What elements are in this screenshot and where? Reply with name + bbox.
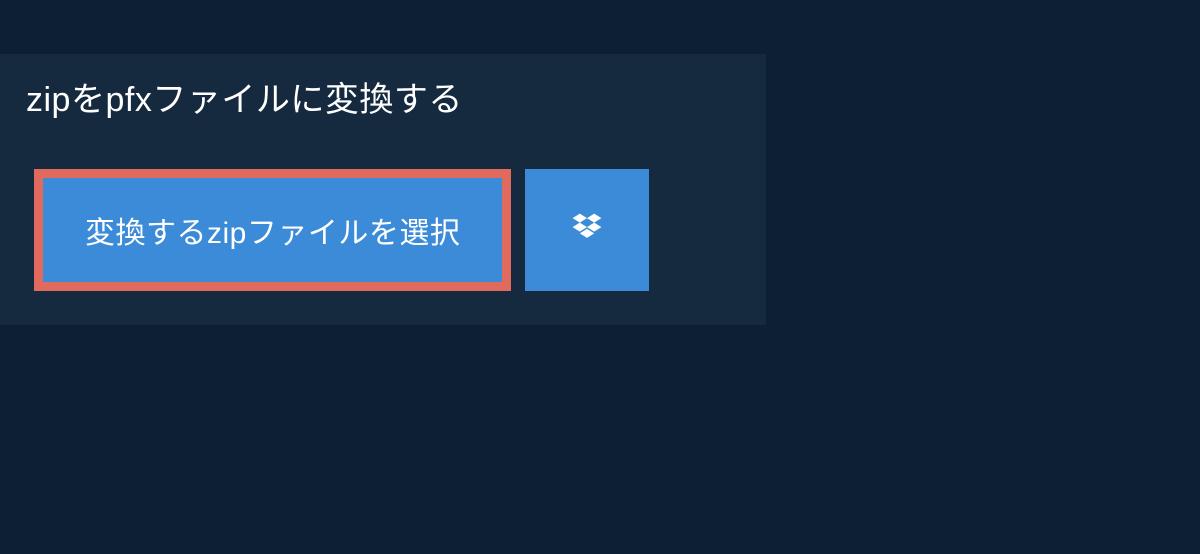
converter-panel: zipをpfxファイルに変換する 変換するzipファイルを選択: [0, 54, 766, 325]
button-row: 変換するzipファイルを選択: [34, 169, 766, 291]
select-file-label: 変換するzipファイルを選択: [85, 208, 460, 252]
page-title: zipをpfxファイルに変換する: [26, 72, 463, 121]
select-file-button[interactable]: 変換するzipファイルを選択: [34, 169, 511, 291]
title-bar: zipをpfxファイルに変換する: [0, 54, 489, 141]
dropbox-button[interactable]: [525, 169, 649, 291]
dropbox-icon: [569, 210, 605, 251]
